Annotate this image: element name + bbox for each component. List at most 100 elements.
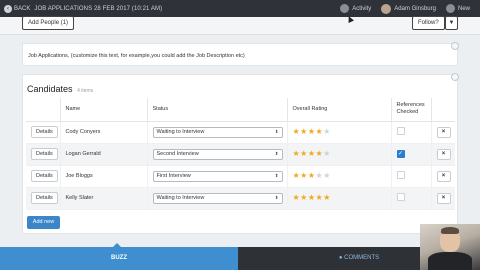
comments-label: COMMENTS xyxy=(344,255,380,261)
remove-button[interactable]: × xyxy=(436,126,451,138)
star-icon[interactable]: ★ xyxy=(308,194,315,202)
star-icon[interactable]: ★ xyxy=(323,172,330,180)
star-icon[interactable]: ★ xyxy=(316,194,323,202)
remove-cell: × xyxy=(431,187,455,210)
select-arrows-icon: ⬍ xyxy=(274,173,279,178)
settings-circle-icon[interactable] xyxy=(451,42,459,50)
rating-cell: ★ ★ ★ ★ ★ xyxy=(287,165,392,188)
star-icon[interactable]: ★ xyxy=(323,128,330,136)
description-card: Job Applications, (customize this text, … xyxy=(22,42,459,66)
star-icon[interactable]: ★ xyxy=(300,128,307,136)
star-icon[interactable]: ★ xyxy=(300,150,307,158)
candidates-table: Name Status Overall Rating References Ch… xyxy=(26,98,455,210)
add-people-button[interactable]: Add People (1) xyxy=(22,16,75,30)
star-icon[interactable]: ★ xyxy=(308,172,315,180)
status-value: First Interview xyxy=(156,173,191,179)
comment-icon: ● xyxy=(338,255,343,261)
select-arrows-icon: ⬍ xyxy=(274,195,279,200)
star-icon[interactable]: ★ xyxy=(293,150,300,158)
remove-cell: × xyxy=(431,143,455,166)
details-button[interactable]: Details xyxy=(31,148,58,160)
top-navigation-bar: ‹ BACK JOB APPLICATIONS 28 FEB 2017 (10:… xyxy=(0,0,480,17)
remove-cell: × xyxy=(431,121,455,144)
star-icon[interactable]: ★ xyxy=(293,194,300,202)
user-menu[interactable]: Adam Ginsburg xyxy=(381,3,436,14)
candidate-name: Logan Gerrald xyxy=(60,143,148,166)
tab-buzz[interactable]: BUZZ xyxy=(0,243,238,270)
new-label: New xyxy=(457,5,470,12)
candidate-name: Joe Bloggs xyxy=(60,165,148,188)
star-icon[interactable]: ★ xyxy=(323,150,330,158)
star-icon[interactable]: ★ xyxy=(308,128,315,136)
item-count: 4 items xyxy=(77,88,94,94)
status-value: Waiting to Interview xyxy=(156,195,205,201)
webcam-video-overlay xyxy=(420,224,480,270)
table-row: Details Kelly Slater Waiting to Intervie… xyxy=(26,187,455,210)
references-cell xyxy=(391,187,432,210)
avatar xyxy=(381,3,392,14)
column-header-name: Name xyxy=(60,98,148,122)
candidates-title: Candidates 4 items xyxy=(27,84,93,94)
follow-button[interactable]: Follow? xyxy=(412,16,445,30)
details-button[interactable]: Details xyxy=(31,170,58,182)
add-new-button[interactable]: Add new xyxy=(27,216,60,229)
star-icon[interactable]: ★ xyxy=(300,172,307,180)
status-cell: First Interview ⬍ xyxy=(147,165,288,188)
references-checkbox[interactable]: ✓ xyxy=(396,150,405,158)
back-arrow-icon: ‹ xyxy=(4,4,12,13)
details-button[interactable]: Details xyxy=(31,126,58,138)
status-select[interactable]: First Interview ⬍ xyxy=(152,170,283,182)
details-cell: Details xyxy=(26,187,61,210)
description-text: Job Applications, (customize this text, … xyxy=(28,53,245,59)
star-icon[interactable]: ★ xyxy=(316,150,323,158)
column-header-rating: Overall Rating xyxy=(287,98,392,122)
status-value: Second Interview xyxy=(156,151,199,157)
back-label: BACK xyxy=(14,5,31,12)
details-cell: Details xyxy=(26,165,61,188)
star-icon[interactable]: ★ xyxy=(316,172,323,180)
activity-button[interactable]: Activity xyxy=(340,4,371,13)
star-icon[interactable]: ★ xyxy=(300,194,307,202)
star-icon[interactable]: ★ xyxy=(293,128,300,136)
references-checkbox[interactable] xyxy=(396,193,405,201)
breadcrumb: JOB APPLICATIONS 28 FEB 2017 (10:21 AM) xyxy=(34,5,163,12)
candidates-card: Candidates 4 items Name Status Overall R… xyxy=(22,73,459,234)
new-button[interactable]: New xyxy=(445,4,470,13)
column-header-references: References Checked xyxy=(391,98,432,122)
back-button[interactable]: ‹ BACK xyxy=(4,4,31,13)
bottom-tab-bar: BUZZ ● COMMENTS xyxy=(0,243,480,270)
references-checkbox[interactable] xyxy=(396,127,405,135)
star-icon[interactable]: ★ xyxy=(323,194,330,202)
settings-circle-icon[interactable] xyxy=(451,73,459,81)
star-icon[interactable]: ★ xyxy=(316,128,323,136)
column-header-details xyxy=(26,98,61,122)
caret-down-icon[interactable]: ▼ xyxy=(445,16,458,30)
star-icon[interactable]: ★ xyxy=(293,172,300,180)
status-value: Waiting to Interview xyxy=(156,129,205,135)
rating-cell: ★ ★ ★ ★ ★ xyxy=(287,121,392,144)
status-select[interactable]: Waiting to Interview ⬍ xyxy=(152,192,283,204)
rating-stars: ★ ★ ★ ★ ★ xyxy=(293,150,331,158)
activity-label: Activity xyxy=(352,5,372,12)
candidates-heading: Candidates xyxy=(27,84,73,94)
details-button[interactable]: Details xyxy=(31,192,58,204)
status-select[interactable]: Waiting to Interview ⬍ xyxy=(152,126,283,138)
select-arrows-icon: ⬍ xyxy=(274,129,279,134)
presenter-hair xyxy=(441,227,459,234)
remove-button[interactable]: × xyxy=(436,192,451,204)
presenter-body xyxy=(428,252,472,270)
plus-icon xyxy=(445,4,455,13)
status-cell: Second Interview ⬍ xyxy=(147,143,288,166)
table-row: Details Joe Bloggs First Interview ⬍ ★ ★ ★ ★… xyxy=(26,165,455,188)
remove-button[interactable]: × xyxy=(436,170,451,182)
details-cell: Details xyxy=(26,121,61,144)
remove-button[interactable]: × xyxy=(436,148,451,160)
references-checkbox[interactable] xyxy=(396,171,405,179)
column-header-status: Status xyxy=(147,98,288,122)
status-cell: Waiting to Interview ⬍ xyxy=(147,187,288,210)
star-icon[interactable]: ★ xyxy=(308,150,315,158)
select-arrows-icon: ⬍ xyxy=(274,151,279,156)
rating-cell: ★ ★ ★ ★ ★ xyxy=(287,187,392,210)
status-select[interactable]: Second Interview ⬍ xyxy=(152,148,283,160)
table-row: Details Logan Gerrald Second Interview ⬍ … xyxy=(26,143,455,166)
